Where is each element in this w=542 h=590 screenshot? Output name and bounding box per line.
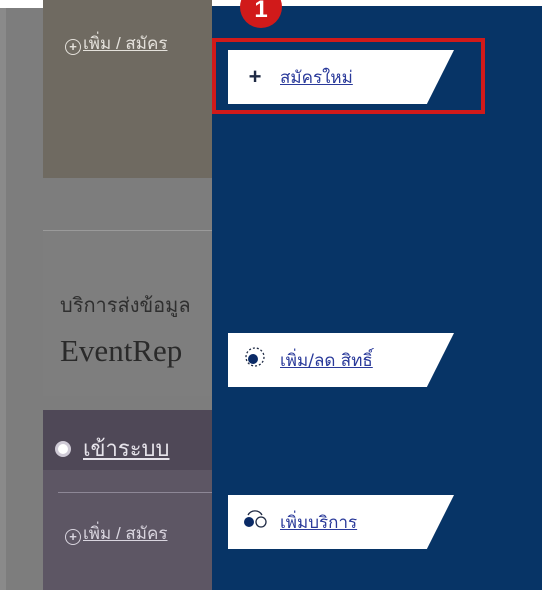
- menu-item-manage-permissions[interactable]: เพิ่ม/ลด สิทธิ์: [228, 333, 454, 387]
- page-edge: [0, 0, 6, 590]
- menu-item-label: เพิ่มบริการ: [280, 512, 358, 533]
- card1-link-text: เพิ่ม / สมัคร: [83, 34, 168, 53]
- card3-add-register-link[interactable]: + เพิ่ม / สมัคร: [65, 520, 167, 547]
- dotted-circle-icon: [242, 345, 268, 375]
- plus-circle-icon: +: [65, 39, 81, 55]
- login-label: เข้าระบบ: [83, 436, 170, 461]
- service-card-1: + เพิ่ม / สมัคร: [43, 0, 212, 178]
- menu-item-label: เพิ่ม/ลด สิทธิ์: [280, 350, 373, 371]
- card3-divider: [58, 492, 212, 493]
- tutorial-highlight-box: [212, 38, 485, 114]
- plus-circle-icon: +: [65, 529, 81, 545]
- radio-icon: [55, 440, 71, 457]
- service-card-2: บริการส่งข้อมูล EventRep: [43, 230, 212, 396]
- add-service-icon: [242, 507, 268, 537]
- card2-subtitle: บริการส่งข้อมูล: [60, 293, 191, 317]
- login-link[interactable]: เข้าระบบ: [55, 431, 169, 466]
- dimmed-page-background: + เพิ่ม / สมัคร บริการส่งข้อมูล EventRep …: [0, 0, 212, 590]
- menu-item-add-service[interactable]: เพิ่มบริการ: [228, 495, 454, 549]
- card2-title: EventRep: [60, 333, 183, 368]
- service-card-3: เข้าระบบ + เพิ่ม / สมัคร: [43, 410, 212, 590]
- card3-link-text: เพิ่ม / สมัคร: [83, 524, 168, 543]
- card1-add-register-link[interactable]: + เพิ่ม / สมัคร: [65, 30, 167, 57]
